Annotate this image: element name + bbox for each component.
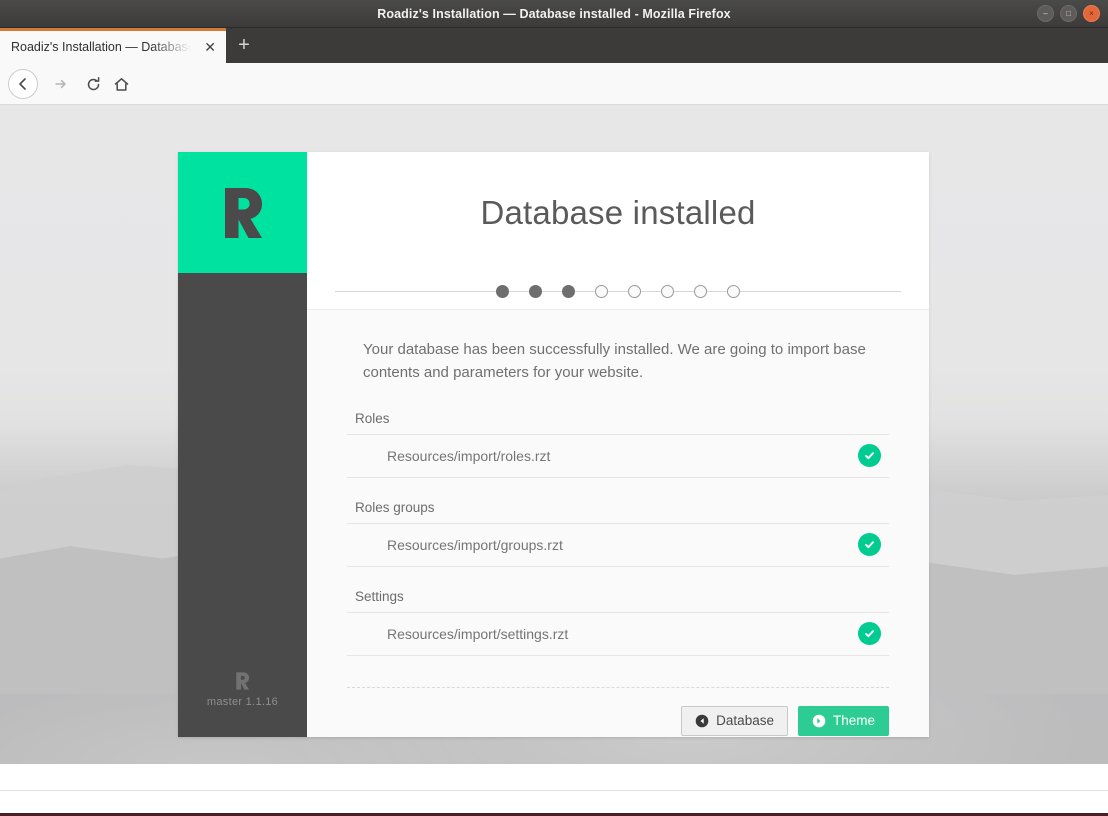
reload-button[interactable] <box>78 69 108 99</box>
continue-to-theme-button[interactable]: Theme <box>797 705 889 736</box>
step-dot-1[interactable] <box>496 284 509 298</box>
page-title: Database installed <box>480 193 756 231</box>
fixture-group: Settings Resources/import/settings.rzt <box>347 589 889 656</box>
fixture-path: Resources/import/settings.rzt <box>387 625 569 642</box>
card-header: Database installed <box>307 152 929 273</box>
step-dot-5[interactable] <box>628 284 641 298</box>
step-dot-3[interactable] <box>562 284 575 298</box>
close-icon: × <box>1089 8 1094 18</box>
fixture-group-label: Roles <box>347 411 889 435</box>
browser-bottom-strip <box>0 790 1108 814</box>
fixture-group: Roles groups Resources/import/groups.rzt <box>347 500 889 567</box>
page-bottom-area <box>0 764 1108 790</box>
window-controls: – □ × <box>1037 5 1100 22</box>
window-title: Roadiz's Installation — Database install… <box>377 7 731 21</box>
footer-actions: Database Theme <box>347 686 889 736</box>
installer-sidebar: master 1.1.16 <box>178 152 307 737</box>
check-icon <box>858 444 881 468</box>
tab-close-icon[interactable]: ✕ <box>204 31 216 63</box>
back-arrow-icon <box>19 78 26 90</box>
fixture-group-label: Roles groups <box>347 500 889 524</box>
step-dot-8[interactable] <box>727 284 740 298</box>
continue-to-theme-label: Theme <box>832 713 875 729</box>
step-dot-7[interactable] <box>694 284 707 298</box>
browser-tab[interactable]: Roadiz's Installation — Database install… <box>0 28 226 63</box>
fixture-path: Resources/import/groups.rzt <box>387 536 563 553</box>
sidebar-footer: master 1.1.16 <box>178 671 307 708</box>
step-connector-line <box>335 291 901 292</box>
fixture-row: Resources/import/groups.rzt <box>347 524 889 567</box>
tab-strip: Roadiz's Installation — Database install… <box>0 28 1108 63</box>
maximize-icon: □ <box>1066 8 1071 18</box>
version-label: master 1.1.16 <box>206 696 279 708</box>
home-icon <box>114 77 128 91</box>
arrow-right-circle-icon <box>812 714 826 727</box>
minimize-icon: – <box>1043 8 1048 18</box>
close-button[interactable]: × <box>1083 5 1100 22</box>
step-dot-4[interactable] <box>595 284 608 298</box>
forward-arrow-icon <box>55 79 66 89</box>
check-icon <box>858 533 881 557</box>
minimize-button[interactable]: – <box>1037 5 1054 22</box>
back-to-database-label: Database <box>716 713 774 729</box>
new-tab-button[interactable]: + <box>230 32 258 60</box>
step-dot-6[interactable] <box>661 284 674 298</box>
installer-card: master 1.1.16 Database installed Your da… <box>178 152 929 737</box>
check-icon <box>858 622 881 646</box>
brand-logo-block <box>178 152 307 273</box>
roadiz-logo-icon <box>224 187 262 238</box>
card-footer: Database Theme <box>307 678 929 736</box>
fixture-row: Resources/import/roles.rzt <box>347 435 889 478</box>
step-dot-2[interactable] <box>529 284 542 298</box>
back-button[interactable] <box>8 69 38 99</box>
fixture-path: Resources/import/roles.rzt <box>387 447 551 464</box>
card-body: Your database has been successfully inst… <box>307 310 929 656</box>
home-button[interactable] <box>106 69 136 99</box>
intro-text: Your database has been successfully inst… <box>363 341 866 381</box>
roadiz-mark-icon <box>236 672 250 690</box>
installer-content: Database installed Your database has bee… <box>307 152 929 737</box>
navigation-toolbar: example.com/install.php/install/database… <box>0 63 1108 160</box>
maximize-button[interactable]: □ <box>1060 5 1077 22</box>
arrow-left-circle-icon <box>695 714 709 727</box>
tab-title: Roadiz's Installation — Database install… <box>11 40 191 54</box>
window-titlebar: Roadiz's Installation — Database install… <box>0 0 1108 28</box>
fixture-group: Roles Resources/import/roles.rzt <box>347 411 889 478</box>
page-viewport: master 1.1.16 Database installed Your da… <box>0 105 1108 790</box>
step-indicator <box>307 273 929 310</box>
back-to-database-button[interactable]: Database <box>681 705 788 736</box>
fixture-group-label: Settings <box>347 589 889 613</box>
fixture-row: Resources/import/settings.rzt <box>347 613 889 656</box>
forward-button[interactable] <box>46 69 76 99</box>
reload-icon <box>87 76 99 90</box>
firefox-window: Roadiz's Installation — Database install… <box>0 0 1108 816</box>
